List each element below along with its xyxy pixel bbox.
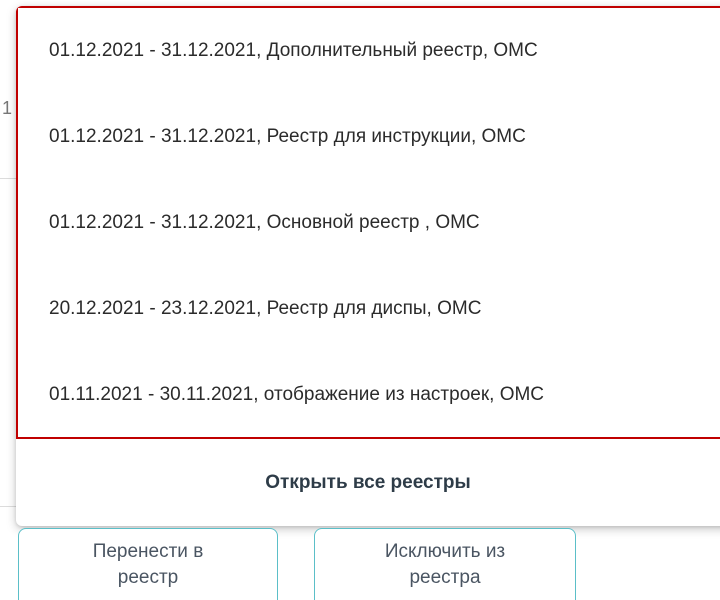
registry-list: 01.12.2021 - 31.12.2021, Дополнительный … [16, 6, 720, 439]
registry-option[interactable]: 01.12.2021 - 31.12.2021, Дополнительный … [18, 8, 720, 94]
registry-option[interactable]: 01.12.2021 - 31.12.2021, Основной реестр… [18, 180, 720, 266]
registry-option[interactable]: 20.12.2021 - 23.12.2021, Реестр для дисп… [18, 266, 720, 352]
registry-option[interactable]: 01.11.2021 - 30.11.2021, отображение из … [18, 352, 720, 438]
exclude-from-registry-label-line2: реестра [409, 567, 481, 588]
exclude-from-registry-button[interactable]: Исключить из реестра [314, 528, 576, 600]
move-to-registry-button[interactable]: Перенести в реестр [18, 528, 278, 600]
background-divider [0, 178, 16, 179]
dropdown-footer: Открыть все реестры [16, 439, 720, 526]
background-divider [0, 506, 16, 507]
registry-dropdown: 01.12.2021 - 31.12.2021, Дополнительный … [16, 6, 720, 526]
registry-option[interactable]: 01.12.2021 - 31.12.2021, Реестр для инст… [18, 94, 720, 180]
move-to-registry-label-line2: реестр [117, 567, 179, 588]
screen: 1 01.12.2021 - 31.12.2021, Дополнительны… [0, 0, 720, 600]
move-to-registry-label-line1: Перенести в [92, 541, 204, 562]
background-partial-text: 1 [2, 98, 13, 118]
open-all-registries-link[interactable]: Открыть все реестры [16, 439, 720, 526]
exclude-from-registry-label-line1: Исключить из [384, 541, 506, 562]
